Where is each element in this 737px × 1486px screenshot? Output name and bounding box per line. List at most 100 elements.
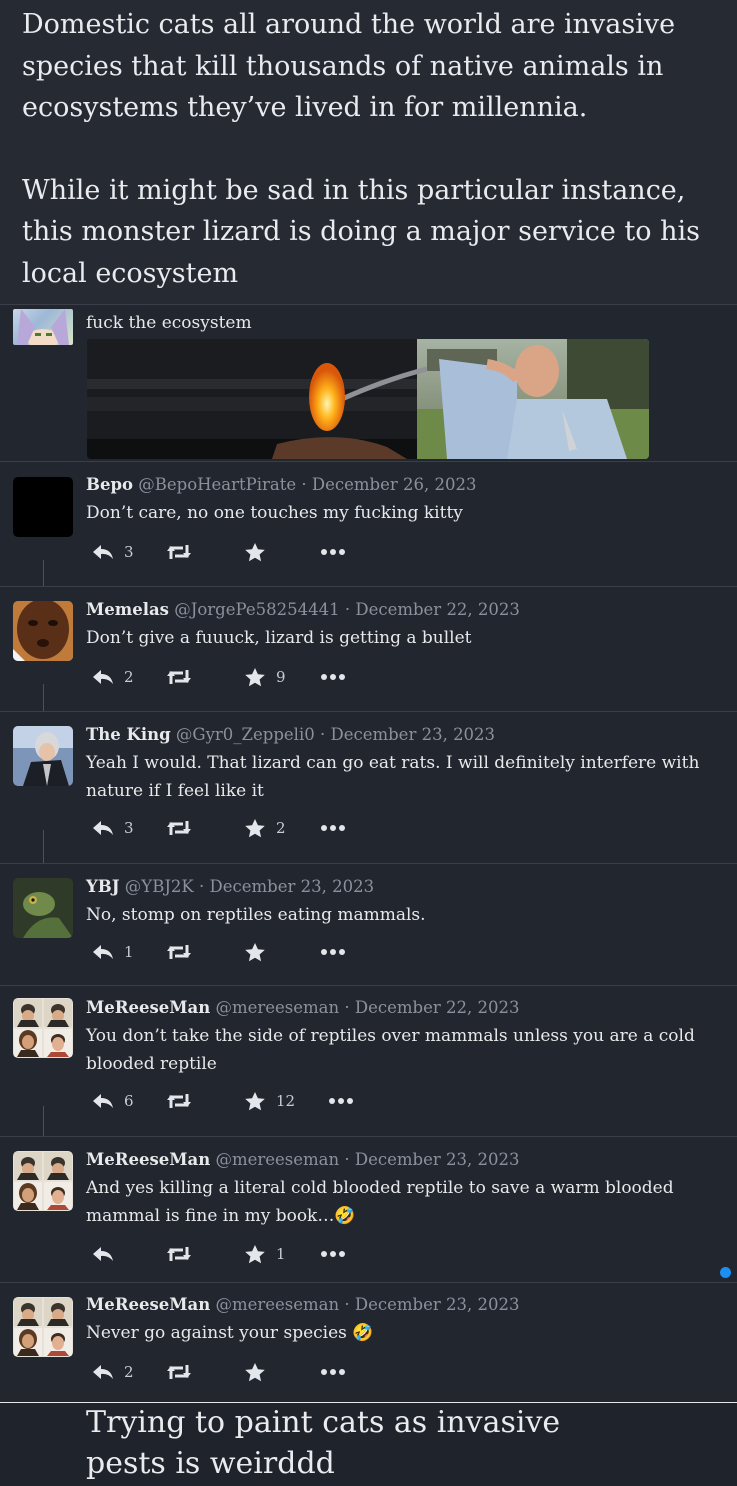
author-name[interactable]: The King — [86, 725, 171, 744]
post-date[interactable]: · December 23, 2023 — [320, 725, 495, 744]
post-text: Yeah I would. That lizard can go eat rat… — [86, 753, 700, 801]
more-button[interactable] — [320, 816, 346, 840]
avatar[interactable] — [13, 1297, 73, 1357]
reply-count: 3 — [124, 819, 134, 837]
avatar[interactable] — [13, 878, 73, 938]
post-date[interactable]: · December 26, 2023 — [301, 475, 476, 494]
reply-button[interactable]: 6 — [92, 1089, 134, 1113]
reply-button[interactable]: 2 — [92, 1360, 134, 1384]
repost-icon — [166, 943, 192, 961]
top-comment: Domestic cats all around the world are i… — [0, 0, 737, 304]
like-button[interactable] — [244, 940, 266, 964]
like-button[interactable] — [244, 1360, 266, 1384]
repost-icon — [166, 1092, 192, 1110]
like-count: 2 — [276, 819, 286, 837]
reply-button[interactable]: 3 — [92, 540, 134, 564]
post-date[interactable]: · December 23, 2023 — [344, 1150, 519, 1169]
reply-post: Memelas @JorgePe58254441 · December 22, … — [0, 586, 737, 711]
like-button[interactable]: 2 — [244, 816, 286, 840]
repost-button[interactable] — [166, 1242, 192, 1266]
more-button[interactable] — [320, 665, 346, 689]
author-handle[interactable]: @mereeseman — [215, 1295, 339, 1314]
star-icon — [244, 667, 266, 688]
more-button[interactable] — [320, 1360, 346, 1384]
post-date[interactable]: · December 22, 2023 — [345, 600, 520, 619]
post-text: Don’t care, no one touches my fucking ki… — [86, 503, 463, 523]
reply-button[interactable] — [92, 1242, 114, 1266]
more-icon — [320, 548, 346, 556]
like-button[interactable]: 12 — [244, 1089, 295, 1113]
more-button[interactable] — [320, 940, 346, 964]
repost-button[interactable] — [166, 940, 192, 964]
reply-button[interactable]: 2 — [92, 665, 134, 689]
more-button[interactable] — [320, 540, 346, 564]
more-icon — [320, 824, 346, 832]
post-date[interactable]: · December 23, 2023 — [199, 877, 374, 896]
avatar[interactable] — [13, 477, 73, 537]
star-icon — [244, 942, 266, 963]
author-handle[interactable]: @mereeseman — [215, 998, 339, 1017]
author-handle[interactable]: @BepoHeartPirate — [138, 475, 296, 494]
top-comment-paragraph-2: While it might be sad in this particular… — [22, 174, 700, 289]
reply-post: YBJ @YBJ2K · December 23, 2023 No, stomp… — [0, 863, 737, 985]
author-name[interactable]: MeReeseMan — [86, 998, 210, 1017]
post-text: Don’t give a fuuuck, lizard is getting a… — [86, 628, 472, 648]
thread-line — [43, 684, 44, 711]
repost-button[interactable] — [166, 1360, 192, 1384]
post-date[interactable]: · December 23, 2023 — [344, 1295, 519, 1314]
avatar[interactable] — [13, 601, 73, 661]
post-meta: YBJ @YBJ2K · December 23, 2023 — [86, 875, 721, 899]
author-handle[interactable]: @JorgePe58254441 — [174, 600, 339, 619]
post-meta: Bepo @BepoHeartPirate · December 26, 202… — [86, 473, 721, 497]
star-icon — [244, 818, 266, 839]
repost-button[interactable] — [166, 816, 192, 840]
avatar[interactable] — [13, 998, 73, 1058]
repost-button[interactable] — [166, 665, 192, 689]
post-meta: MeReeseMan @mereeseman · December 23, 20… — [86, 1148, 721, 1172]
reply-count: 6 — [124, 1092, 134, 1110]
thread-line — [43, 1106, 44, 1136]
author-name[interactable]: MeReeseMan — [86, 1150, 210, 1169]
repost-button[interactable] — [166, 540, 192, 564]
author-handle[interactable]: @Gyr0_Zeppeli0 — [176, 725, 315, 744]
star-icon — [244, 1091, 266, 1112]
reply-icon — [92, 668, 114, 686]
like-count: 9 — [276, 668, 286, 686]
author-handle[interactable]: @mereeseman — [215, 1150, 339, 1169]
more-button[interactable] — [320, 1242, 346, 1266]
star-icon — [244, 542, 266, 563]
repost-icon — [166, 1363, 192, 1381]
post-image[interactable] — [87, 339, 649, 459]
reply-post: Bepo @BepoHeartPirate · December 26, 202… — [0, 461, 737, 586]
post-text: No, stomp on reptiles eating mammals. — [86, 905, 426, 925]
like-button[interactable] — [244, 540, 266, 564]
top-comment-paragraph-1: Domestic cats all around the world are i… — [22, 9, 676, 123]
like-button[interactable]: 1 — [244, 1242, 286, 1266]
reply-image-post: fuck the ecosystem — [0, 304, 737, 461]
post-text: fuck the ecosystem — [86, 313, 252, 333]
reply-count: 1 — [124, 943, 134, 961]
reply-button[interactable]: 3 — [92, 816, 134, 840]
reply-post: MeReeseMan @mereeseman · December 22, 20… — [0, 985, 737, 1136]
thread-line — [43, 830, 44, 863]
post-date[interactable]: · December 22, 2023 — [344, 998, 519, 1017]
avatar[interactable] — [13, 726, 73, 786]
reply-icon — [92, 543, 114, 561]
author-name[interactable]: MeReeseMan — [86, 1295, 210, 1314]
reply-post: MeReeseMan @mereeseman · December 23, 20… — [0, 1282, 737, 1402]
post-text: You don’t take the side of reptiles over… — [86, 1026, 695, 1074]
more-icon — [320, 1368, 346, 1376]
avatar[interactable] — [13, 1151, 73, 1211]
reply-icon — [92, 1092, 114, 1110]
repost-icon — [166, 1245, 192, 1263]
author-name[interactable]: YBJ — [86, 877, 120, 896]
author-handle[interactable]: @YBJ2K — [125, 877, 194, 896]
repost-button[interactable] — [166, 1089, 192, 1113]
author-name[interactable]: Bepo — [86, 475, 133, 494]
like-button[interactable]: 9 — [244, 665, 286, 689]
avatar[interactable] — [13, 309, 73, 345]
like-count: 1 — [276, 1245, 286, 1263]
more-button[interactable] — [328, 1089, 354, 1113]
reply-button[interactable]: 1 — [92, 940, 134, 964]
author-name[interactable]: Memelas — [86, 600, 169, 619]
